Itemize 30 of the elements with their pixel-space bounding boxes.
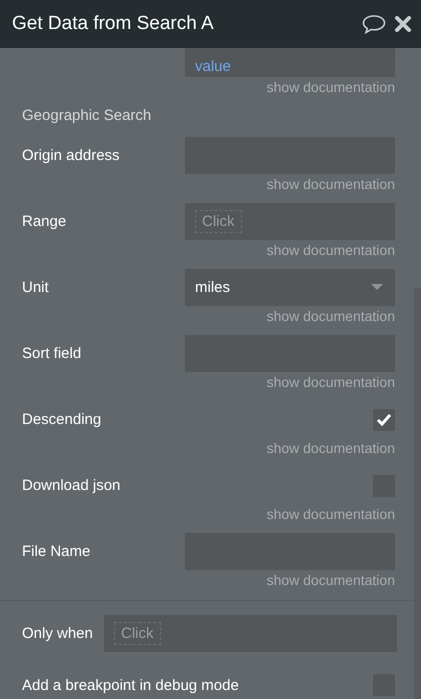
check-icon	[376, 413, 392, 426]
field-label: Add a breakpoint in debug mode	[22, 676, 239, 694]
field-label: Unit	[22, 279, 49, 296]
field-label: Origin address	[22, 147, 120, 164]
show-documentation-link[interactable]: show documentation	[266, 572, 395, 592]
condition-field[interactable]: Click	[104, 615, 397, 652]
click-placeholder[interactable]: Click	[114, 622, 160, 645]
show-documentation-link[interactable]: show documentation	[266, 79, 395, 99]
field-label: Sort field	[22, 345, 82, 362]
close-icon[interactable]	[395, 16, 411, 32]
show-documentation-link[interactable]: show documentation	[266, 308, 395, 328]
show-documentation-link[interactable]: show documentation	[266, 176, 395, 196]
unit-dropdown[interactable]: miles	[185, 269, 395, 306]
show-documentation-link[interactable]: show documentation	[266, 374, 395, 394]
field-label: File Name	[22, 543, 90, 560]
show-documentation-link[interactable]: show documentation	[266, 506, 395, 526]
field-label: Descending	[22, 411, 102, 428]
field-label: Only when	[22, 625, 93, 642]
field-label: Download json	[22, 477, 120, 494]
field-label: Range	[22, 213, 66, 230]
checkbox[interactable]	[373, 408, 395, 430]
expression-field[interactable]: Click	[185, 203, 395, 240]
comment-icon[interactable]	[361, 14, 387, 34]
show-documentation-link[interactable]: show documentation	[266, 440, 395, 460]
section-title: Geographic Search	[22, 107, 152, 125]
click-placeholder[interactable]: Click	[195, 210, 242, 233]
value-field[interactable]: value	[185, 48, 395, 77]
window-title: Get Data from Search A	[12, 13, 215, 35]
show-documentation-link[interactable]: show documentation	[266, 242, 395, 262]
caret-icon	[371, 284, 383, 291]
